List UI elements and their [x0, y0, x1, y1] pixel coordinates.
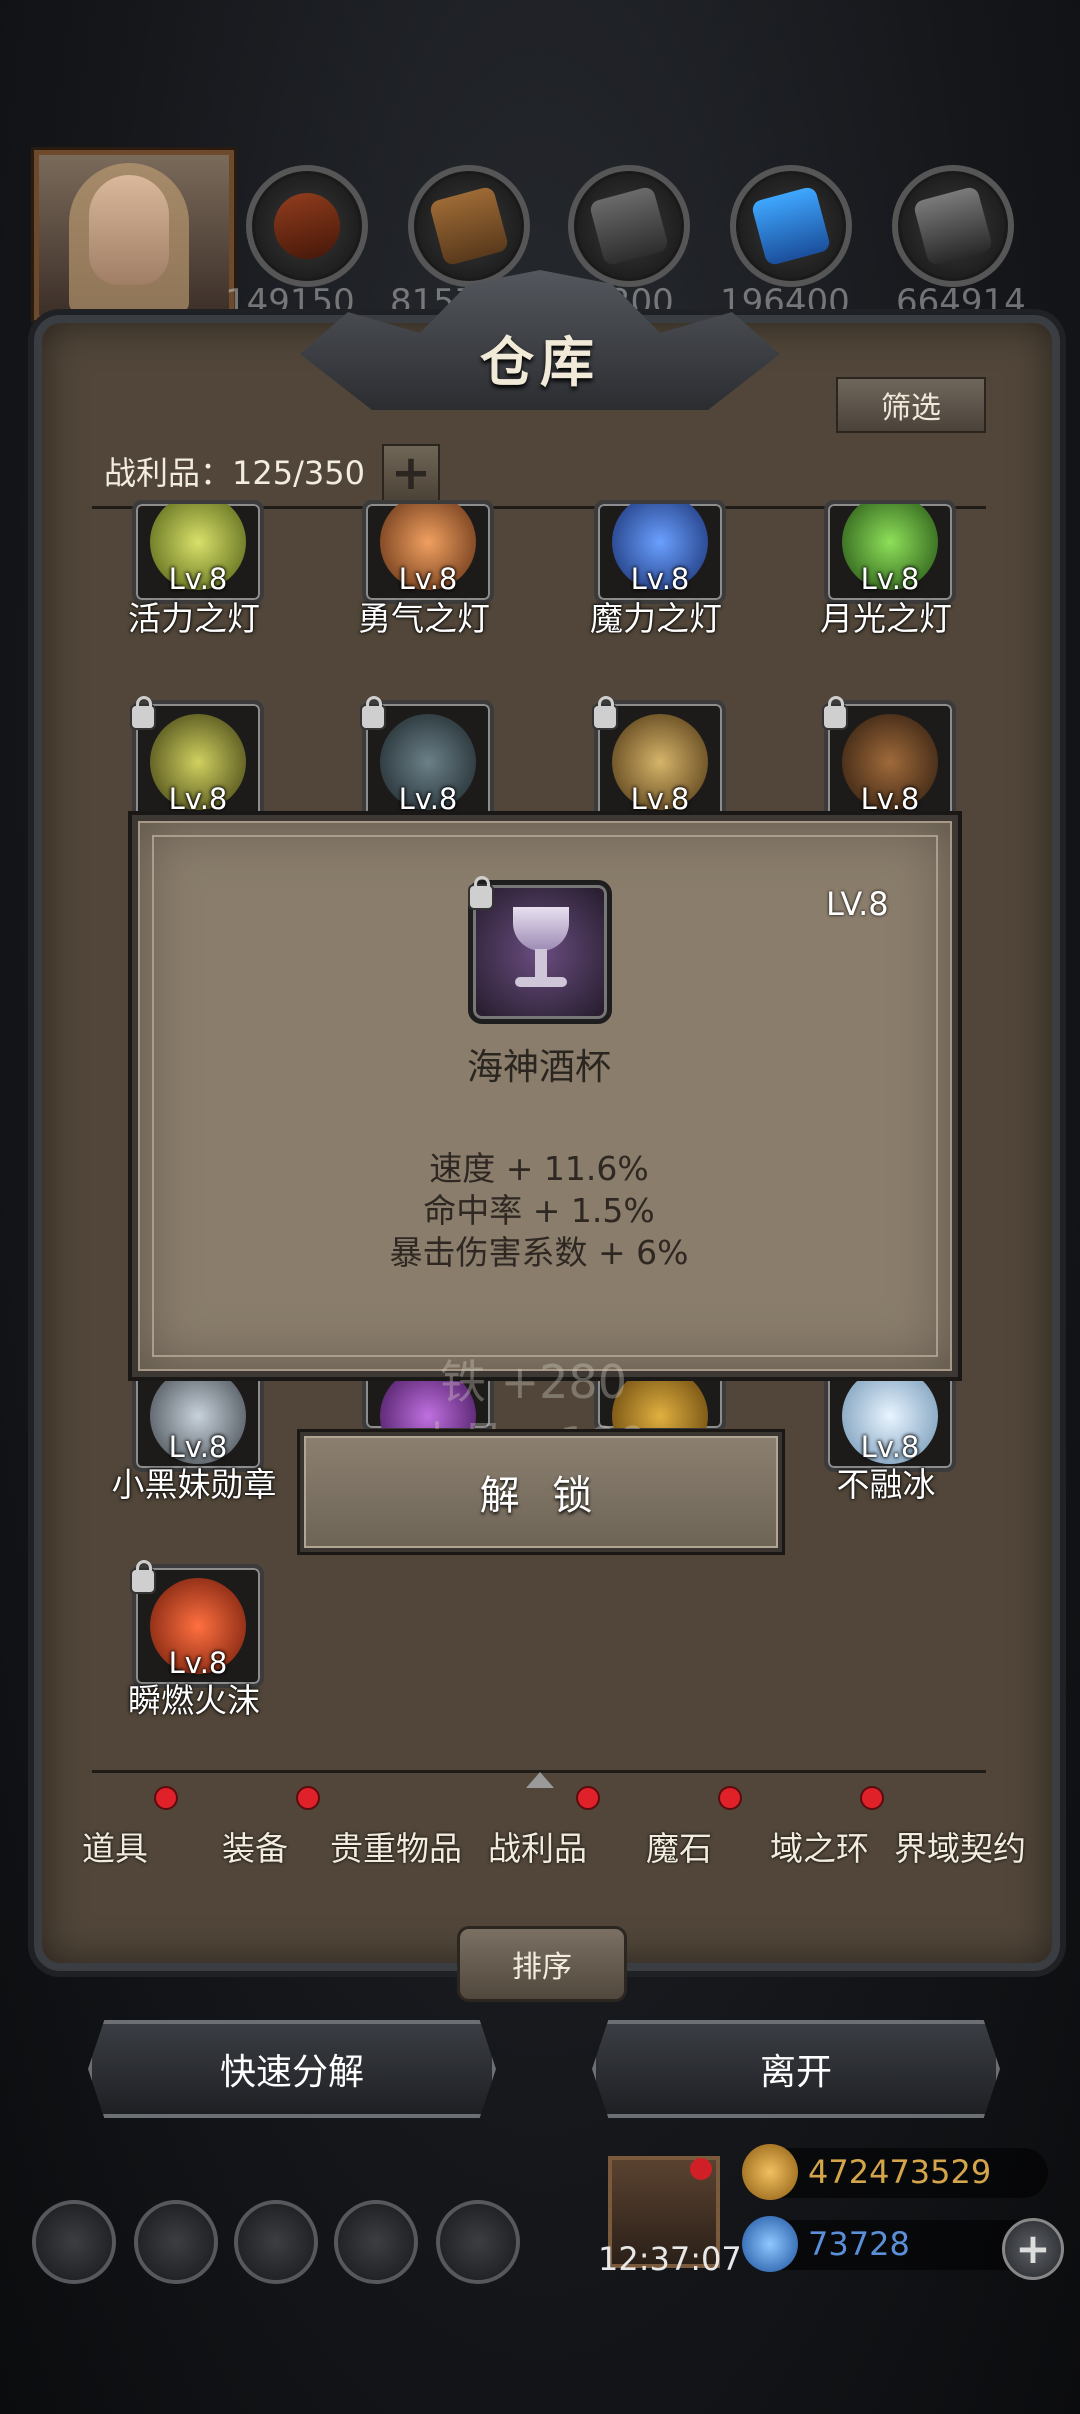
item-level: Lv.8 — [630, 782, 690, 816]
cube-icon[interactable] — [436, 2200, 520, 2284]
sort-button[interactable]: 排序 — [457, 1926, 627, 2002]
tab-loot[interactable]: 战利品 — [488, 1822, 587, 1870]
gold-coin-icon — [742, 2144, 798, 2200]
iron-resource-icon[interactable] — [892, 165, 1014, 287]
item-name: 活力之灯 — [128, 599, 260, 638]
item-name: 月光之灯 — [820, 599, 952, 638]
loot-count-label: 战利品：125/350 — [104, 454, 365, 492]
lock-icon — [132, 696, 154, 728]
item-slot[interactable]: Lv.8 — [824, 500, 956, 604]
tab-domain-ring[interactable]: 域之环 — [770, 1822, 869, 1870]
floating-reward-text: 铁 +280 — [440, 1355, 627, 1409]
tab-props[interactable]: 道具 — [82, 1822, 148, 1870]
player-avatar[interactable] — [34, 150, 234, 320]
avatar-face — [89, 175, 169, 285]
lock-icon — [132, 1560, 154, 1592]
lock-icon — [362, 696, 384, 728]
notification-dot — [720, 1788, 740, 1808]
item-name: 小黑妹勋章 — [111, 1465, 277, 1504]
wood-resource-icon[interactable] — [246, 165, 368, 287]
item-detail-stat: 速度 + 11.6% — [429, 1149, 649, 1188]
item-level: Lv.8 — [398, 782, 458, 816]
gem-amount: 73728 — [808, 2225, 910, 2263]
tab-domain-contract[interactable]: 界域契约 — [894, 1822, 1026, 1870]
divider — [92, 1770, 986, 1773]
mail-icon[interactable] — [334, 2200, 418, 2284]
gold-amount: 472473529 — [808, 2153, 992, 2191]
item-level: Lv.8 — [630, 562, 690, 596]
item-name: 勇气之灯 — [358, 599, 490, 638]
tab-magic-stone[interactable]: 魔石 — [646, 1822, 712, 1870]
lock-icon — [594, 696, 616, 728]
item-detail-name: 海神酒杯 — [466, 1047, 611, 1088]
unlock-button[interactable]: 解 锁 — [300, 1432, 782, 1552]
lock-icon — [470, 876, 492, 908]
item-detail-stat: 命中率 + 1.5% — [423, 1191, 655, 1230]
filter-button[interactable]: 筛选 — [836, 377, 986, 433]
item-name: 魔力之灯 — [590, 599, 722, 638]
item-level: Lv.8 — [398, 562, 458, 596]
notification-dot — [578, 1788, 598, 1808]
lock-icon — [824, 696, 846, 728]
quick-decompose-button[interactable]: 快速分解 — [88, 2020, 496, 2118]
item-level: Lv.8 — [860, 782, 920, 816]
item-level: Lv.8 — [168, 782, 228, 816]
guild-icon[interactable] — [234, 2200, 318, 2284]
notification-dot — [156, 1788, 176, 1808]
expand-capacity-button[interactable]: + — [382, 444, 440, 502]
item-slot[interactable]: Lv.8 — [594, 500, 726, 604]
notification-dot — [862, 1788, 882, 1808]
tab-valuables[interactable]: 贵重物品 — [330, 1822, 462, 1870]
tab-equipment[interactable]: 装备 — [222, 1822, 288, 1870]
star-icon[interactable] — [134, 2200, 218, 2284]
add-gems-button[interactable]: + — [1002, 2218, 1064, 2280]
gem-icon — [742, 2216, 798, 2272]
settings-icon[interactable] — [32, 2200, 116, 2284]
item-level: Lv.8 — [168, 562, 228, 596]
item-detail-level: LV.8 — [826, 885, 889, 923]
leave-button[interactable]: 离开 — [592, 2020, 1000, 2118]
clock: 12:37:07 — [598, 2240, 742, 2278]
item-slot[interactable]: Lv.8 — [132, 500, 264, 604]
stone-resource-icon[interactable] — [568, 165, 690, 287]
notification-dot — [298, 1788, 318, 1808]
item-detail-stat: 暴击伤害系数 + 6% — [389, 1233, 689, 1272]
item-level: Lv.8 — [860, 562, 920, 596]
notification-dot — [690, 2158, 712, 2180]
lumber-resource-icon[interactable] — [408, 165, 530, 287]
crystal-resource-icon[interactable] — [730, 165, 852, 287]
item-name: 不融冰 — [836, 1465, 936, 1504]
item-slot[interactable]: Lv.8 — [362, 500, 494, 604]
item-name: 瞬燃火沫 — [128, 1681, 260, 1720]
